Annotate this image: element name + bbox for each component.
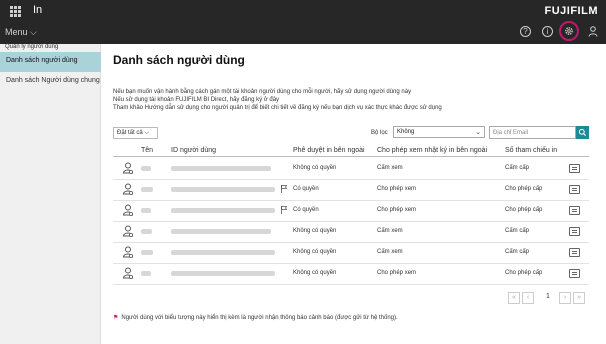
first-page-button[interactable]: « bbox=[508, 292, 520, 304]
chevron-down-icon: ⌄ bbox=[475, 129, 481, 136]
table-row[interactable]: Không có quyền Cho phép xem Cho phép cấp bbox=[113, 263, 589, 285]
details-icon[interactable] bbox=[569, 227, 580, 236]
user-id-redacted bbox=[171, 208, 275, 213]
user-id-redacted bbox=[171, 187, 275, 192]
flag-icon bbox=[281, 185, 287, 193]
user-id-redacted bbox=[171, 271, 275, 276]
user-avatar-icon bbox=[122, 183, 134, 195]
table-row[interactable]: Có quyền Cho phép xem Cho phép cấp bbox=[113, 200, 589, 222]
log-permission-value: Cho phép xem bbox=[377, 207, 417, 213]
description-line-3: Tham khảo Hướng dẫn sử dụng cho người qu… bbox=[113, 105, 442, 111]
user-avatar-icon bbox=[122, 162, 134, 174]
column-references[interactable]: Số tham chiếu in bbox=[505, 147, 557, 154]
log-permission-value: Cho phép xem bbox=[377, 186, 417, 192]
filter-select[interactable]: Không ⌄ bbox=[393, 126, 485, 138]
table-row[interactable]: Không có quyền Cấm xem Cấm cấp bbox=[113, 158, 589, 180]
search-button[interactable] bbox=[576, 126, 589, 139]
column-approval[interactable]: Phê duyệt in bên ngoài bbox=[293, 147, 365, 154]
app-grid-icon[interactable] bbox=[10, 6, 21, 17]
user-id-redacted bbox=[171, 250, 275, 255]
user-icon[interactable] bbox=[588, 26, 598, 37]
column-user-id[interactable]: ID người dùng bbox=[171, 147, 216, 154]
gear-icon[interactable] bbox=[564, 26, 574, 36]
email-search-input[interactable]: Địa chỉ Email bbox=[489, 126, 576, 139]
references-value: Cho phép cấp bbox=[505, 207, 543, 213]
user-avatar-icon bbox=[122, 204, 134, 216]
log-permission-value: Cấm xem bbox=[377, 165, 403, 171]
user-avatar-icon bbox=[122, 267, 134, 279]
sidebar: Quản lý người dùng Danh sách người dùng … bbox=[0, 44, 101, 344]
help-icon[interactable]: ? bbox=[520, 26, 531, 37]
table-row[interactable]: Không có quyền Cấm xem Cấm cấp bbox=[113, 221, 589, 243]
details-icon[interactable] bbox=[569, 206, 580, 215]
sidebar-section-header: Quản lý người dùng bbox=[5, 44, 59, 50]
table-row[interactable]: Không có quyền Cấm xem Cấm cấp bbox=[113, 242, 589, 264]
next-page-button[interactable]: › bbox=[559, 292, 571, 304]
table-header: Tên ID người dùng Phê duyệt in bên ngoài… bbox=[113, 145, 589, 157]
references-value: Cho phép cấp bbox=[505, 270, 543, 276]
description-line-2: Nếu sử dụng tài khoản FUJIFILM BI Direct… bbox=[113, 97, 280, 103]
user-avatar-icon bbox=[122, 246, 134, 258]
page-title: Danh sách người dùng bbox=[113, 53, 245, 67]
approval-value: Không có quyền bbox=[293, 270, 337, 276]
sidebar-item-user-list[interactable]: Danh sách người dùng bbox=[0, 52, 101, 72]
references-value: Cấm cấp bbox=[505, 249, 530, 255]
user-avatar-icon bbox=[122, 225, 134, 237]
filter-label: Bộ lọc bbox=[371, 130, 388, 136]
info-icon[interactable]: i bbox=[542, 26, 553, 37]
column-name[interactable]: Tên bbox=[141, 147, 153, 154]
user-name-redacted bbox=[141, 187, 153, 192]
menu-button[interactable]: Menu ⌵ bbox=[5, 27, 37, 38]
details-icon[interactable] bbox=[569, 164, 580, 173]
user-name-redacted bbox=[141, 271, 151, 276]
log-permission-value: Cấm xem bbox=[377, 249, 403, 255]
description-line-1: Nếu bạn muốn vận hành bằng cách gán một … bbox=[113, 89, 412, 95]
last-page-button[interactable]: » bbox=[573, 292, 585, 304]
details-icon[interactable] bbox=[569, 269, 580, 278]
references-value: Cho phép cấp bbox=[505, 186, 543, 192]
approval-value: Có quyền bbox=[293, 207, 319, 213]
references-value: Cấm cấp bbox=[505, 228, 530, 234]
approval-value: Không có quyền bbox=[293, 249, 337, 255]
page-number: 1 bbox=[546, 293, 550, 300]
flag-icon bbox=[281, 206, 287, 214]
table-row[interactable]: Có quyền Cho phép xem Cho phép cấp bbox=[113, 179, 589, 201]
approval-value: Có quyền bbox=[293, 186, 319, 192]
search-icon bbox=[578, 128, 586, 136]
approval-value: Không có quyền bbox=[293, 228, 337, 234]
sort-all-button[interactable]: Đặt tất cả ⌵ bbox=[113, 127, 158, 139]
user-name-redacted bbox=[141, 250, 153, 255]
footnote: ⚑ Người dùng với biểu tượng này hiển thị … bbox=[113, 315, 398, 321]
references-value: Cấm cấp bbox=[505, 165, 530, 171]
details-icon[interactable] bbox=[569, 248, 580, 257]
user-id-redacted bbox=[171, 166, 271, 171]
log-permission-value: Cấm xem bbox=[377, 228, 403, 234]
user-id-redacted bbox=[171, 229, 271, 234]
app-title: In bbox=[33, 4, 43, 16]
main-panel: Danh sách người dùng Nếu bạn muốn vận hà… bbox=[101, 44, 606, 344]
user-name-redacted bbox=[141, 166, 151, 171]
column-log-permission[interactable]: Cho phép xem nhật ký in bên ngoài bbox=[377, 147, 487, 154]
log-permission-value: Cho phép xem bbox=[377, 270, 417, 276]
sidebar-item-shared-user-list[interactable]: Danh sách Người dùng chung bbox=[6, 77, 100, 84]
details-icon[interactable] bbox=[569, 185, 580, 194]
brand-logo: FUJIFILM bbox=[544, 5, 598, 17]
top-bar: In FUJIFILM Menu ⌵ ? i bbox=[0, 0, 606, 44]
prev-page-button[interactable]: ‹ bbox=[522, 292, 534, 304]
user-name-redacted bbox=[141, 208, 151, 213]
approval-value: Không có quyền bbox=[293, 165, 337, 171]
flag-icon: ⚑ bbox=[113, 315, 119, 321]
user-name-redacted bbox=[141, 229, 152, 234]
